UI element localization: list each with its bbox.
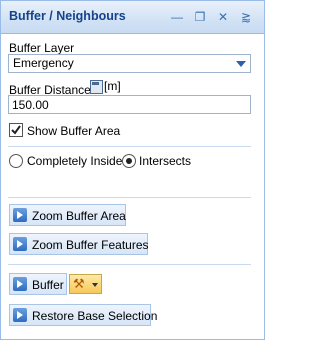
buffer-tool-icon: ⚒ (73, 276, 85, 291)
buffer-distance-input[interactable] (8, 95, 251, 114)
divider (8, 197, 251, 198)
buffer-layer-select[interactable]: Emergency (8, 54, 251, 73)
panel-title: Buffer / Neighbours (9, 9, 126, 23)
chevron-down-icon[interactable] (236, 61, 246, 67)
zoom-buffer-features-label: Zoom Buffer Features (32, 238, 149, 252)
distance-unit: [m] (104, 79, 121, 93)
close-icon[interactable]: ✕ (215, 9, 231, 25)
radio-completely-inside[interactable] (9, 154, 23, 168)
titlebar: Buffer / Neighbours — ❐ ✕ ⪆ (1, 1, 264, 34)
zoom-buffer-area-label: Zoom Buffer Area (32, 209, 126, 223)
zoom-buffer-features-button[interactable]: Zoom Buffer Features (9, 233, 149, 255)
buffer-tool-dropdown[interactable]: ⚒ (69, 274, 102, 294)
arrow-right-icon (13, 237, 27, 251)
checkmark-icon (11, 125, 21, 135)
buffer-button[interactable]: Buffer (9, 273, 67, 295)
restore-base-selection-label: Restore Base Selection (32, 309, 158, 323)
divider (8, 146, 251, 147)
zoom-buffer-area-button[interactable]: Zoom Buffer Area (9, 204, 126, 226)
buffer-label: Buffer (32, 278, 64, 292)
arrow-right-icon (13, 277, 27, 291)
restore-icon[interactable]: ❐ (192, 9, 208, 25)
show-buffer-area-label: Show Buffer Area (27, 124, 121, 138)
chevron-down-icon[interactable] (92, 283, 98, 287)
completely-inside-label: Completely Inside (27, 154, 123, 168)
pin-icon[interactable]: ⪆ (238, 9, 254, 25)
buffer-layer-label: Buffer Layer (9, 41, 75, 55)
show-buffer-area-checkbox[interactable] (9, 123, 23, 137)
minimize-icon[interactable]: — (169, 9, 185, 25)
radio-selected-dot (126, 158, 132, 164)
buffer-layer-value: Emergency (13, 56, 74, 70)
buffer-neighbours-panel: Buffer / Neighbours — ❐ ✕ ⪆ Buffer Layer… (0, 0, 265, 340)
radio-intersects[interactable] (122, 154, 136, 168)
arrow-right-icon (13, 308, 27, 322)
arrow-right-icon (13, 208, 27, 222)
calculator-icon[interactable] (90, 80, 103, 94)
restore-base-selection-button[interactable]: Restore Base Selection (9, 304, 157, 326)
intersects-label: Intersects (139, 154, 192, 168)
divider (8, 264, 251, 265)
